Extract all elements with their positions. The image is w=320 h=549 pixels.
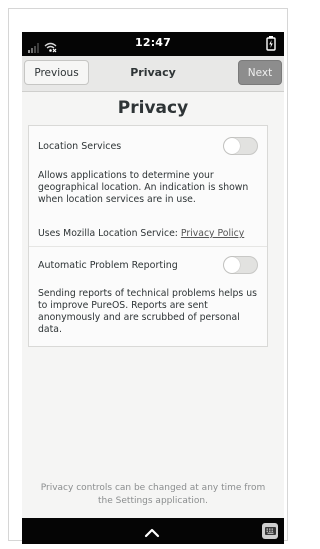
switch-knob [224, 257, 240, 273]
next-button[interactable]: Next [238, 60, 282, 85]
keyboard-icon[interactable] [262, 523, 278, 539]
header-bar: Previous Privacy Next [22, 56, 284, 92]
phone-frame: 12:47 Previous Privacy Next Privacy Loca… [8, 8, 288, 544]
problem-reporting-switch[interactable] [223, 256, 258, 274]
location-services-label: Location Services [38, 141, 122, 152]
screen: 12:47 Previous Privacy Next Privacy Loca… [22, 32, 284, 544]
location-service-note: Uses Mozilla Location Service: Privacy P… [38, 228, 244, 239]
privacy-settings-card: Location Services Allows applications to… [28, 125, 268, 347]
status-time: 12:47 [134, 36, 171, 49]
battery-charging-icon [266, 36, 276, 55]
page-title: Privacy [117, 98, 189, 118]
navigation-bar [22, 518, 284, 544]
location-services-switch[interactable] [223, 137, 258, 155]
status-bar: 12:47 [22, 32, 284, 56]
switch-knob [224, 138, 240, 154]
footer-note: Privacy controls can be changed at any t… [40, 483, 266, 506]
problem-reporting-label: Automatic Problem Reporting [38, 260, 178, 271]
location-services-description: Allows applications to determine your ge… [38, 170, 249, 205]
location-service-text: Uses Mozilla Location Service: [38, 228, 181, 239]
section-divider [29, 246, 267, 247]
chevron-up-icon[interactable] [144, 524, 160, 543]
privacy-policy-link[interactable]: Privacy Policy [181, 228, 244, 239]
problem-reporting-description: Sending reports of technical problems he… [38, 288, 257, 335]
